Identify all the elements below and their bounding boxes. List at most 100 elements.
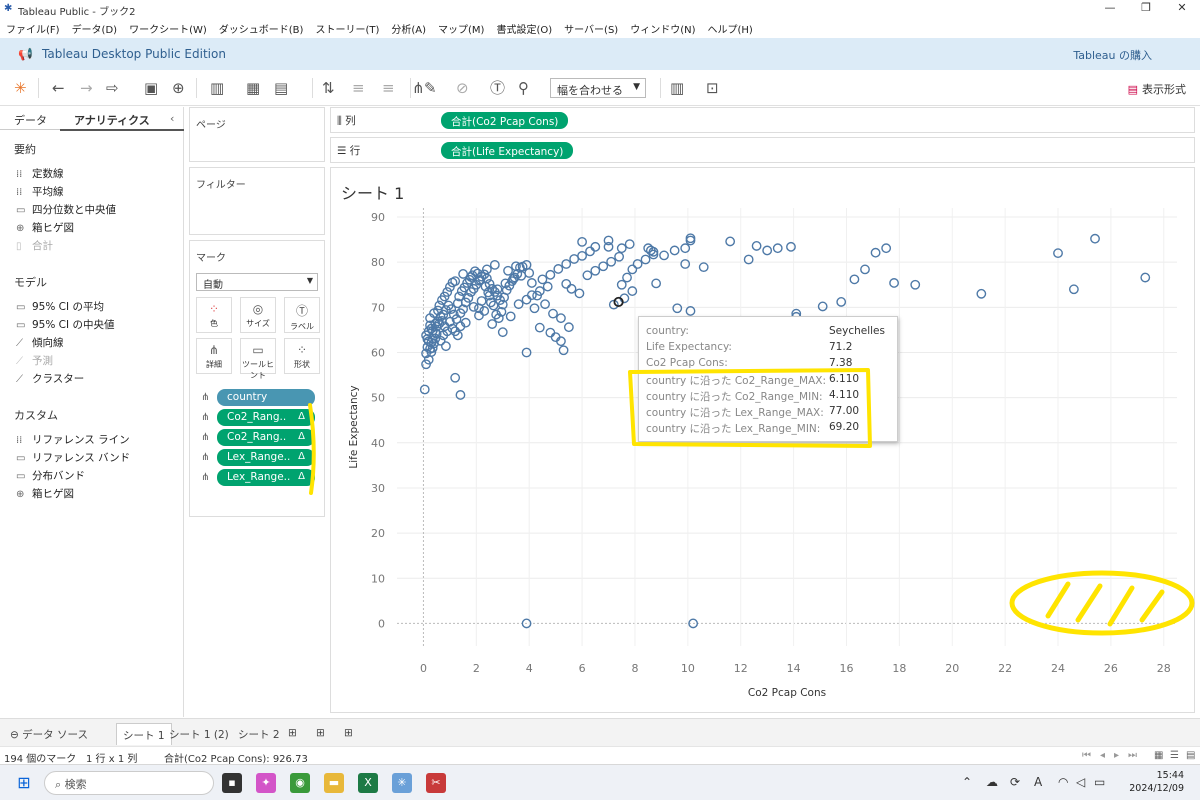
ime-icon[interactable]: A [1034,775,1042,789]
tableau-taskbar-icon[interactable]: ✳ [392,773,412,793]
battery-icon[interactable]: ▭ [1094,775,1105,789]
sort-descending-icon[interactable]: ≡ [382,79,395,97]
show-me-button[interactable]: ▤ 表示形式 [1128,81,1186,97]
grid-view-icon[interactable]: ▦ [1154,750,1163,761]
task-view-icon[interactable]: ▪ [222,773,242,793]
tray-chevron-icon[interactable]: ⌃ [962,775,972,789]
menu-analysis[interactable]: 分析(A) [385,18,432,36]
item-quartile[interactable]: ▭ 四分位数と中央値 [16,202,116,217]
menu-data[interactable]: データ(D) [66,18,124,36]
menu-server[interactable]: サーバー(S) [558,18,624,36]
nav-next-icon[interactable]: ▸ [1114,750,1119,761]
new-story-tab-icon[interactable]: ⊞ [338,723,359,745]
pin-icon[interactable]: ⚲ [518,79,529,97]
tab-sheet-1-2[interactable]: シート 1 (2) [163,723,235,745]
attach-icon[interactable]: ⊘ [456,79,469,97]
mark-type-dropdown[interactable]: 自動 ▼ [196,273,318,291]
redo-icon[interactable]: → [80,79,93,97]
mark-field-co2-range-1[interactable]: Co2_Rang.. Δ [217,409,315,426]
columns-shelf[interactable]: ⫼ 列 合計(Co2 Pcap Cons) [330,107,1195,133]
maximize-button[interactable]: ❐ [1136,1,1156,17]
group-icon[interactable]: ⋔ [412,79,425,97]
onedrive-icon[interactable]: ☁ [986,775,998,789]
new-worksheet-tab-icon[interactable]: ⊞ [282,723,303,745]
buy-tableau-link[interactable]: Tableau の購入 [1073,47,1152,63]
cards-icon[interactable]: ▥ [670,79,684,97]
nav-prev-icon[interactable]: ◂ [1100,750,1105,761]
excel-icon[interactable]: X [358,773,378,793]
tab-datasource[interactable]: ⊖ データ ソース [4,723,94,745]
list-view-icon[interactable]: ☰ [1170,750,1179,761]
duplicate-sheet-icon[interactable]: ▦ [246,79,260,97]
swap-icon[interactable]: ⇅ [322,79,335,97]
copilot-icon[interactable]: ✦ [256,773,276,793]
rows-shelf[interactable]: ☰ 行 合計(Life Expectancy) [330,137,1195,163]
save-icon[interactable]: ▣ [144,79,158,97]
taskbar-clock[interactable]: 15:44 2024/12/09 [1129,769,1184,795]
menu-story[interactable]: ストーリー(T) [309,18,385,36]
rows-pill[interactable]: 合計(Life Expectancy) [441,142,574,159]
chrome-icon[interactable]: ◉ [290,773,310,793]
nav-first-icon[interactable]: ⏮ [1082,750,1091,761]
filters-shelf[interactable]: フィルター [189,167,325,235]
close-button[interactable]: ✕ [1172,1,1192,17]
item-box-plot[interactable]: ⊕ 箱ヒゲ図 [16,220,74,235]
tab-data[interactable]: データ [14,112,47,128]
item-box-plot-custom[interactable]: ⊕ 箱ヒゲ図 [16,486,74,501]
item-reference-line[interactable]: ⁞⁞ リファレンス ライン [16,432,130,447]
menu-help[interactable]: ヘルプ(H) [702,18,759,36]
nav-last-icon[interactable]: ⏭ [1128,750,1137,761]
shape-button[interactable]: ⁘ 形状 [284,338,320,374]
new-datasource-icon[interactable]: ⊕ [172,79,185,97]
item-ci-mean[interactable]: ▭ 95% CI の平均 [16,299,104,314]
undo-icon[interactable]: ← [52,79,65,97]
wifi-icon[interactable]: ◠ [1058,775,1068,789]
menu-map[interactable]: マップ(M) [432,18,490,36]
item-trend-line[interactable]: ⟋ 傾向線 [16,335,64,350]
pages-shelf[interactable]: ページ [189,107,325,162]
tableau-home-icon[interactable]: ✳ [14,79,27,97]
tab-analytics[interactable]: アナリティクス [74,112,150,128]
sync-icon[interactable]: ⟳ [1010,775,1020,789]
presentation-icon[interactable]: ⊡ [706,79,719,97]
size-button[interactable]: ◎ サイズ [240,297,276,333]
minimize-button[interactable]: — [1100,1,1120,17]
windows-start-icon[interactable]: ⊞ [14,773,34,793]
filmstrip-view-icon[interactable]: ▤ [1186,750,1195,761]
replay-icon[interactable]: ⇨ [106,79,119,97]
text-label-icon[interactable]: Ⓣ [490,79,505,97]
columns-pill[interactable]: 合計(Co2 Pcap Cons) [441,112,569,129]
mark-field-country[interactable]: country [217,389,315,406]
taskbar-search[interactable]: ⌕ 検索 [44,771,214,795]
new-dashboard-tab-icon[interactable]: ⊞ [310,723,331,745]
color-button[interactable]: ⁘ 色 [196,297,232,333]
item-ci-median[interactable]: ▭ 95% CI の中央値 [16,317,114,332]
menu-worksheet[interactable]: ワークシート(W) [123,18,213,36]
tab-sheet-2[interactable]: シート 2 [232,723,286,745]
label-button[interactable]: Ⓣ ラベル [284,297,320,333]
collapse-pane-icon[interactable]: ‹ [170,112,174,125]
clear-sheet-icon[interactable]: ▤ [274,79,288,97]
item-constant-line[interactable]: ⁞⁞ 定数線 [16,166,64,181]
item-cluster[interactable]: ⟋ クラスター [16,371,84,386]
detail-button[interactable]: ⋔ 詳細 [196,338,232,374]
volume-icon[interactable]: ◁ [1076,775,1085,789]
new-worksheet-icon[interactable]: ▥ [210,79,224,97]
file-explorer-icon[interactable]: ▬ [324,773,344,793]
y-tick-label: 0 [378,617,385,630]
menu-format[interactable]: 書式設定(O) [490,18,558,36]
item-reference-band[interactable]: ▭ リファレンス バンド [16,450,130,465]
fit-dropdown[interactable]: 幅を合わせる ▼ [550,78,646,98]
item-distribution-band[interactable]: ▭ 分布バンド [16,468,85,483]
snipping-tool-icon[interactable]: ✂ [426,773,446,793]
tooltip-button[interactable]: ▭ ツールヒント [240,338,276,380]
highlight-icon[interactable]: ✎ [424,79,437,97]
menu-dashboard[interactable]: ダッシュボード(B) [213,18,310,36]
mark-field-lex-range-2[interactable]: Lex_Range.. Δ [217,469,315,486]
mark-field-lex-range-1[interactable]: Lex_Range.. Δ [217,449,315,466]
item-average-line[interactable]: ⁞⁞ 平均線 [16,184,64,199]
menu-file[interactable]: ファイル(F) [0,18,66,36]
sort-ascending-icon[interactable]: ≡ [352,79,365,97]
mark-field-co2-range-2[interactable]: Co2_Rang.. Δ [217,429,315,446]
menu-window[interactable]: ウィンドウ(N) [624,18,701,36]
